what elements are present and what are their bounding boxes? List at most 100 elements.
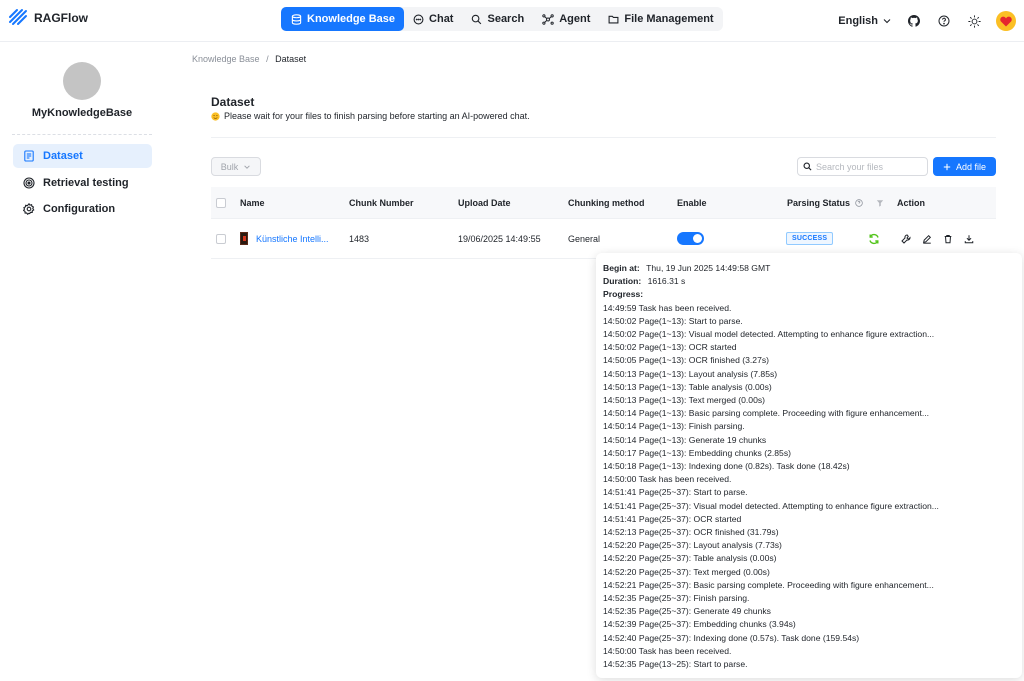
sidebar-item-label: Retrieval testing — [43, 177, 129, 189]
chunking-method-cell[interactable]: General — [568, 219, 600, 258]
add-file-button[interactable]: Add file — [933, 157, 996, 176]
log-line: 14:50:17 Page(1~13): Embedding chunks (2… — [603, 447, 791, 458]
sun-icon[interactable] — [966, 13, 982, 29]
github-icon[interactable] — [906, 13, 922, 29]
log-line: 14:52:13 Page(25~37): OCR finished (31.7… — [603, 527, 779, 538]
log-line: 14:52:20 Page(25~37): Text merged (0.00s… — [603, 566, 770, 577]
add-file-label: Add file — [955, 161, 987, 172]
log-line: 14:50:05 Page(1~13): OCR finished (3.27s… — [603, 355, 770, 366]
file-search — [797, 157, 928, 176]
nav-label: Knowledge Base — [307, 13, 396, 25]
folder-icon — [608, 15, 619, 24]
log-line: 14:50:02 Page(1~13): OCR started — [603, 342, 737, 353]
page-hint-text: Please wait for your files to finish par… — [224, 111, 530, 121]
database-icon — [291, 13, 302, 25]
trash-icon[interactable] — [943, 234, 953, 244]
sidebar-item-dataset[interactable]: Dataset — [13, 144, 152, 168]
log-line: 14:52:20 Page(25~37): Layout analysis (7… — [603, 540, 782, 551]
document-icon — [24, 150, 34, 162]
duration-label: Duration: — [603, 276, 642, 287]
breadcrumb-parent[interactable]: Knowledge Base — [192, 54, 260, 64]
sidebar-item-retrieval-testing[interactable]: Retrieval testing — [13, 171, 152, 195]
log-line: 14:50:18 Page(1~13): Indexing done (0.82… — [603, 461, 850, 472]
heart-avatar-icon[interactable] — [996, 11, 1016, 31]
chevron-down-icon — [244, 164, 250, 169]
wrench-icon[interactable] — [901, 233, 911, 244]
breadcrumb-separator: / — [266, 54, 269, 64]
edit-pencil-icon[interactable] — [922, 234, 932, 244]
column-header-chunk-number: Chunk Number — [349, 197, 414, 208]
log-line: 14:51:41 Page(25~37): Start to parse. — [603, 487, 748, 498]
sidebar-item-label: Dataset — [43, 150, 83, 162]
column-header-enable: Enable — [677, 197, 707, 208]
page-title: Dataset — [211, 95, 255, 109]
breadcrumb: Knowledge Base / Dataset — [192, 54, 306, 64]
log-line: 14:52:39 Page(25~37): Embedding chunks (… — [603, 619, 796, 630]
pdf-thumbnail-icon — [240, 232, 248, 245]
content-divider — [211, 137, 996, 138]
nav-knowledge-base[interactable]: Knowledge Base — [281, 7, 405, 31]
status-badge[interactable]: SUCCESS — [786, 232, 834, 245]
progress-log: 14:49:59 Task has been received. 14:50:02… — [603, 302, 1015, 672]
progress-label: Progress: — [603, 289, 644, 300]
file-name-link[interactable]: Künstliche Intelli... — [256, 234, 329, 244]
sidebar-item-configuration[interactable]: Configuration — [13, 197, 152, 221]
ragflow-logo-icon — [9, 9, 27, 25]
plus-icon — [943, 163, 951, 170]
log-line: 14:50:14 Page(1~13): Finish parsing. — [603, 421, 745, 432]
emoji-icon — [211, 111, 220, 121]
header-actions: English — [838, 10, 1016, 32]
log-line: 14:52:20 Page(25~37): Table analysis (0.… — [603, 553, 777, 564]
nav-label: File Management — [624, 13, 714, 25]
begin-at-row: Begin at: Thu, 19 Jun 2025 14:49:58 GMT — [603, 262, 1015, 275]
log-line: 14:49:59 Task has been received. — [603, 302, 732, 313]
row-actions — [901, 233, 974, 244]
duration-value: 1616.31 s — [647, 276, 686, 287]
nav-agent[interactable]: Agent — [533, 7, 599, 31]
bulk-button[interactable]: Bulk — [211, 157, 261, 176]
nav-chat[interactable]: Chat — [404, 7, 462, 31]
sidebar-item-label: Configuration — [43, 203, 116, 215]
column-header-parsing-status: Parsing Status — [787, 187, 884, 218]
log-line: 14:50:00 Task has been received. — [603, 474, 732, 485]
log-line: 14:52:40 Page(25~37): Indexing done (0.5… — [603, 632, 860, 643]
app-logo[interactable]: RAGFlow — [8, 8, 88, 28]
begin-at-value: Thu, 19 Jun 2025 14:49:58 GMT — [646, 263, 771, 273]
bulk-label: Bulk — [220, 161, 239, 172]
file-name-cell: Künstliche Intelli... — [240, 219, 329, 258]
filter-icon[interactable] — [876, 199, 884, 207]
enable-toggle[interactable] — [677, 232, 704, 245]
refresh-icon[interactable] — [868, 233, 880, 245]
help-circle-icon[interactable] — [936, 13, 952, 29]
log-line: 14:52:35 Page(13~25): Start to parse. — [603, 659, 748, 670]
nav-search[interactable]: Search — [462, 7, 533, 31]
language-selector[interactable]: English — [838, 15, 892, 27]
main-nav: Knowledge Base Chat Search Agent File Ma… — [281, 7, 723, 31]
duration-row: Duration: 1616.31 s — [603, 275, 1015, 288]
log-line: 14:50:13 Page(1~13): Table analysis (0.0… — [603, 381, 772, 392]
log-line: 14:52:21 Page(25~37): Basic parsing comp… — [603, 579, 934, 590]
log-line: 14:50:02 Page(1~13): Visual model detect… — [603, 329, 935, 340]
search-input[interactable] — [816, 161, 916, 172]
parsing-progress-popover: Begin at: Thu, 19 Jun 2025 14:49:58 GMT … — [596, 253, 1022, 678]
log-line: 14:50:14 Page(1~13): Basic parsing compl… — [603, 408, 930, 419]
search-icon — [472, 14, 482, 24]
sidebar: MyKnowledgeBase Dataset Retrieval testin… — [0, 42, 164, 681]
chevron-down-icon — [883, 19, 891, 24]
sidebar-divider — [12, 134, 152, 135]
download-icon[interactable] — [964, 234, 974, 244]
begin-at-label: Begin at: — [603, 263, 640, 273]
nav-label: Search — [487, 13, 525, 25]
knowledge-base-name: MyKnowledgeBase — [31, 107, 133, 119]
column-header-action: Action — [897, 197, 925, 208]
log-line: 14:51:41 Page(25~37): OCR started — [603, 513, 742, 524]
select-all-checkbox[interactable] — [216, 197, 226, 208]
log-line: 14:50:00 Task has been received. — [603, 645, 732, 656]
row-checkbox[interactable] — [216, 233, 226, 244]
nav-file-management[interactable]: File Management — [599, 7, 722, 31]
log-line: 14:50:14 Page(1~13): Generate 19 chunks — [603, 434, 767, 445]
help-circle-icon[interactable] — [855, 198, 863, 207]
app-name: RAGFlow — [34, 11, 88, 25]
table-header: Name Chunk Number Upload Date Chunking m… — [211, 187, 996, 219]
language-label: English — [838, 15, 878, 27]
